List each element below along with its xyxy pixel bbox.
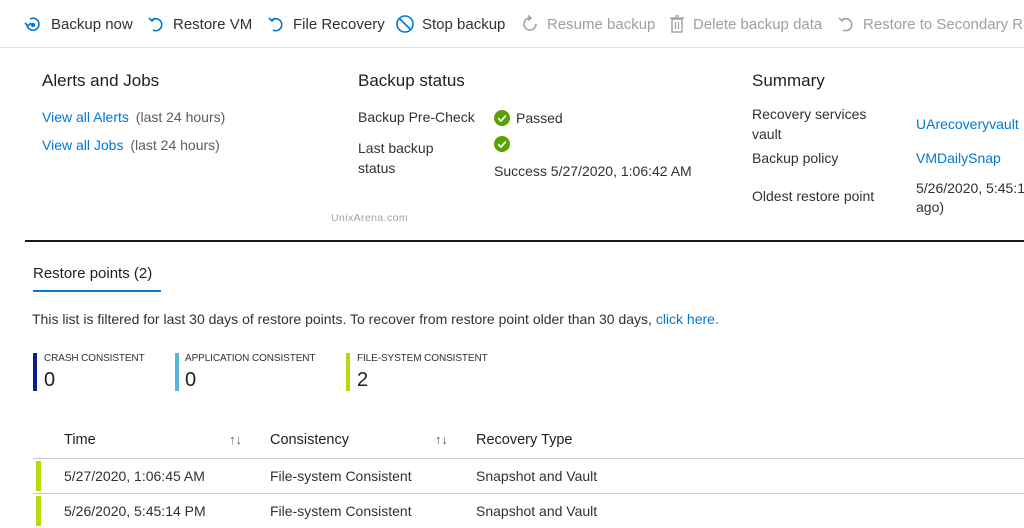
precheck-label: Backup Pre-Check	[358, 109, 475, 125]
jobs-period: (last 24 hours)	[130, 137, 220, 153]
restore-secondary-label: Restore to Secondary Re	[863, 15, 1024, 33]
oldest-value-2: ago)	[916, 199, 945, 215]
tab-restore-points[interactable]: Restore points (2)	[33, 265, 152, 282]
watermark: UnixArena.com	[331, 212, 408, 224]
column-header-consistency[interactable]: Consistency	[270, 432, 349, 448]
application-consistent-count: 0	[185, 369, 197, 391]
vault-link[interactable]: UArecoveryvault	[916, 116, 1019, 132]
file-recovery-label: File Recovery	[293, 15, 385, 33]
view-jobs-link[interactable]: View all Jobs	[42, 137, 123, 153]
file-recovery-button[interactable]: File Recovery	[268, 0, 385, 47]
precheck-status: Passed	[494, 108, 563, 128]
crash-consistent-bar	[33, 353, 37, 391]
row-recovery-type: Snapshot and Vault	[476, 468, 598, 484]
tab-underline	[33, 290, 161, 292]
filter-text: This list is filtered for last 30 days o…	[32, 311, 652, 327]
stop-backup-label: Stop backup	[422, 15, 506, 33]
alerts-jobs-title: Alerts and Jobs	[42, 71, 160, 90]
resume-backup-label: Resume backup	[547, 15, 656, 33]
precheck-value: Passed	[516, 110, 563, 126]
table-row[interactable]: 5/27/2020, 1:06:45 AM File-system Consis…	[33, 459, 1024, 493]
application-consistent-bar	[175, 353, 179, 391]
success-check-icon	[494, 110, 510, 126]
filter-notice: This list is filtered for last 30 days o…	[32, 311, 719, 327]
restore-secondary-button[interactable]: Restore to Secondary Re	[838, 0, 1024, 47]
sort-time-icon[interactable]: ↑↓	[229, 432, 242, 447]
backup-status-title: Backup status	[358, 71, 465, 90]
restore-vm-label: Restore VM	[173, 15, 253, 33]
row-recovery-type: Snapshot and Vault	[476, 503, 598, 519]
success-check-icon	[494, 136, 510, 152]
resume-backup-button[interactable]: Resume backup	[520, 0, 656, 47]
row-time: 5/27/2020, 1:06:45 AM	[64, 468, 205, 484]
restore-icon	[148, 17, 163, 32]
restore-icon	[838, 17, 853, 32]
command-bar: Backup now Restore VM File Recovery Stop…	[0, 0, 1024, 48]
row-consistency: File-system Consistent	[270, 503, 412, 519]
policy-link[interactable]: VMDailySnap	[916, 150, 1001, 166]
filesystem-consistent-count: 2	[357, 369, 369, 391]
stop-backup-button[interactable]: Stop backup	[395, 0, 506, 47]
trash-icon	[670, 15, 684, 33]
summary-title: Summary	[752, 71, 825, 90]
backup-icon	[24, 17, 40, 32]
sort-consistency-icon[interactable]: ↑↓	[435, 432, 448, 447]
jobs-row: View all Jobs (last 24 hours)	[42, 137, 220, 153]
crash-consistent-label: CRASH CONSISTENT	[44, 353, 145, 364]
oldest-label: Oldest restore point	[752, 188, 875, 204]
section-divider	[25, 240, 1024, 242]
alerts-period: (last 24 hours)	[135, 109, 226, 125]
restore-vm-button[interactable]: Restore VM	[148, 0, 253, 47]
delete-backup-data-label: Delete backup data	[693, 15, 823, 33]
oldest-value-1: 5/26/2020, 5:45:1	[916, 180, 1024, 196]
column-header-recovery-type[interactable]: Recovery Type	[476, 432, 572, 448]
backup-now-label: Backup now	[51, 15, 133, 33]
restore-icon	[268, 17, 283, 32]
backup-now-button[interactable]: Backup now	[24, 0, 133, 47]
row-consistency: File-system Consistent	[270, 468, 412, 484]
refresh-icon	[523, 14, 537, 31]
filesystem-consistent-bar	[346, 353, 350, 391]
application-consistent-label: APPLICATION CONSISTENT	[185, 353, 316, 364]
last-backup-label-2: status	[358, 160, 396, 176]
last-backup-label-1: Last backup	[358, 140, 434, 156]
table-row[interactable]: 5/26/2020, 5:45:14 PM File-system Consis…	[33, 494, 1024, 528]
delete-backup-data-button[interactable]: Delete backup data	[668, 0, 823, 47]
row-consistency-marker	[36, 496, 41, 526]
filesystem-consistent-label: FILE-SYSTEM CONSISTENT	[357, 353, 488, 364]
alerts-row: View all Alerts (last 24 hours)	[42, 109, 225, 125]
vault-label-2: vault	[752, 126, 782, 142]
row-time: 5/26/2020, 5:45:14 PM	[64, 503, 206, 519]
view-alerts-link[interactable]: View all Alerts	[42, 109, 129, 125]
stop-icon	[396, 15, 414, 33]
row-consistency-marker	[36, 461, 41, 491]
policy-label: Backup policy	[752, 150, 839, 166]
crash-consistent-count: 0	[44, 369, 56, 391]
click-here-link[interactable]: click here.	[656, 311, 719, 327]
last-backup-value: Success 5/27/2020, 1:06:42 AM	[494, 163, 692, 179]
column-header-time[interactable]: Time	[64, 432, 96, 448]
vault-label-1: Recovery services	[752, 106, 867, 122]
